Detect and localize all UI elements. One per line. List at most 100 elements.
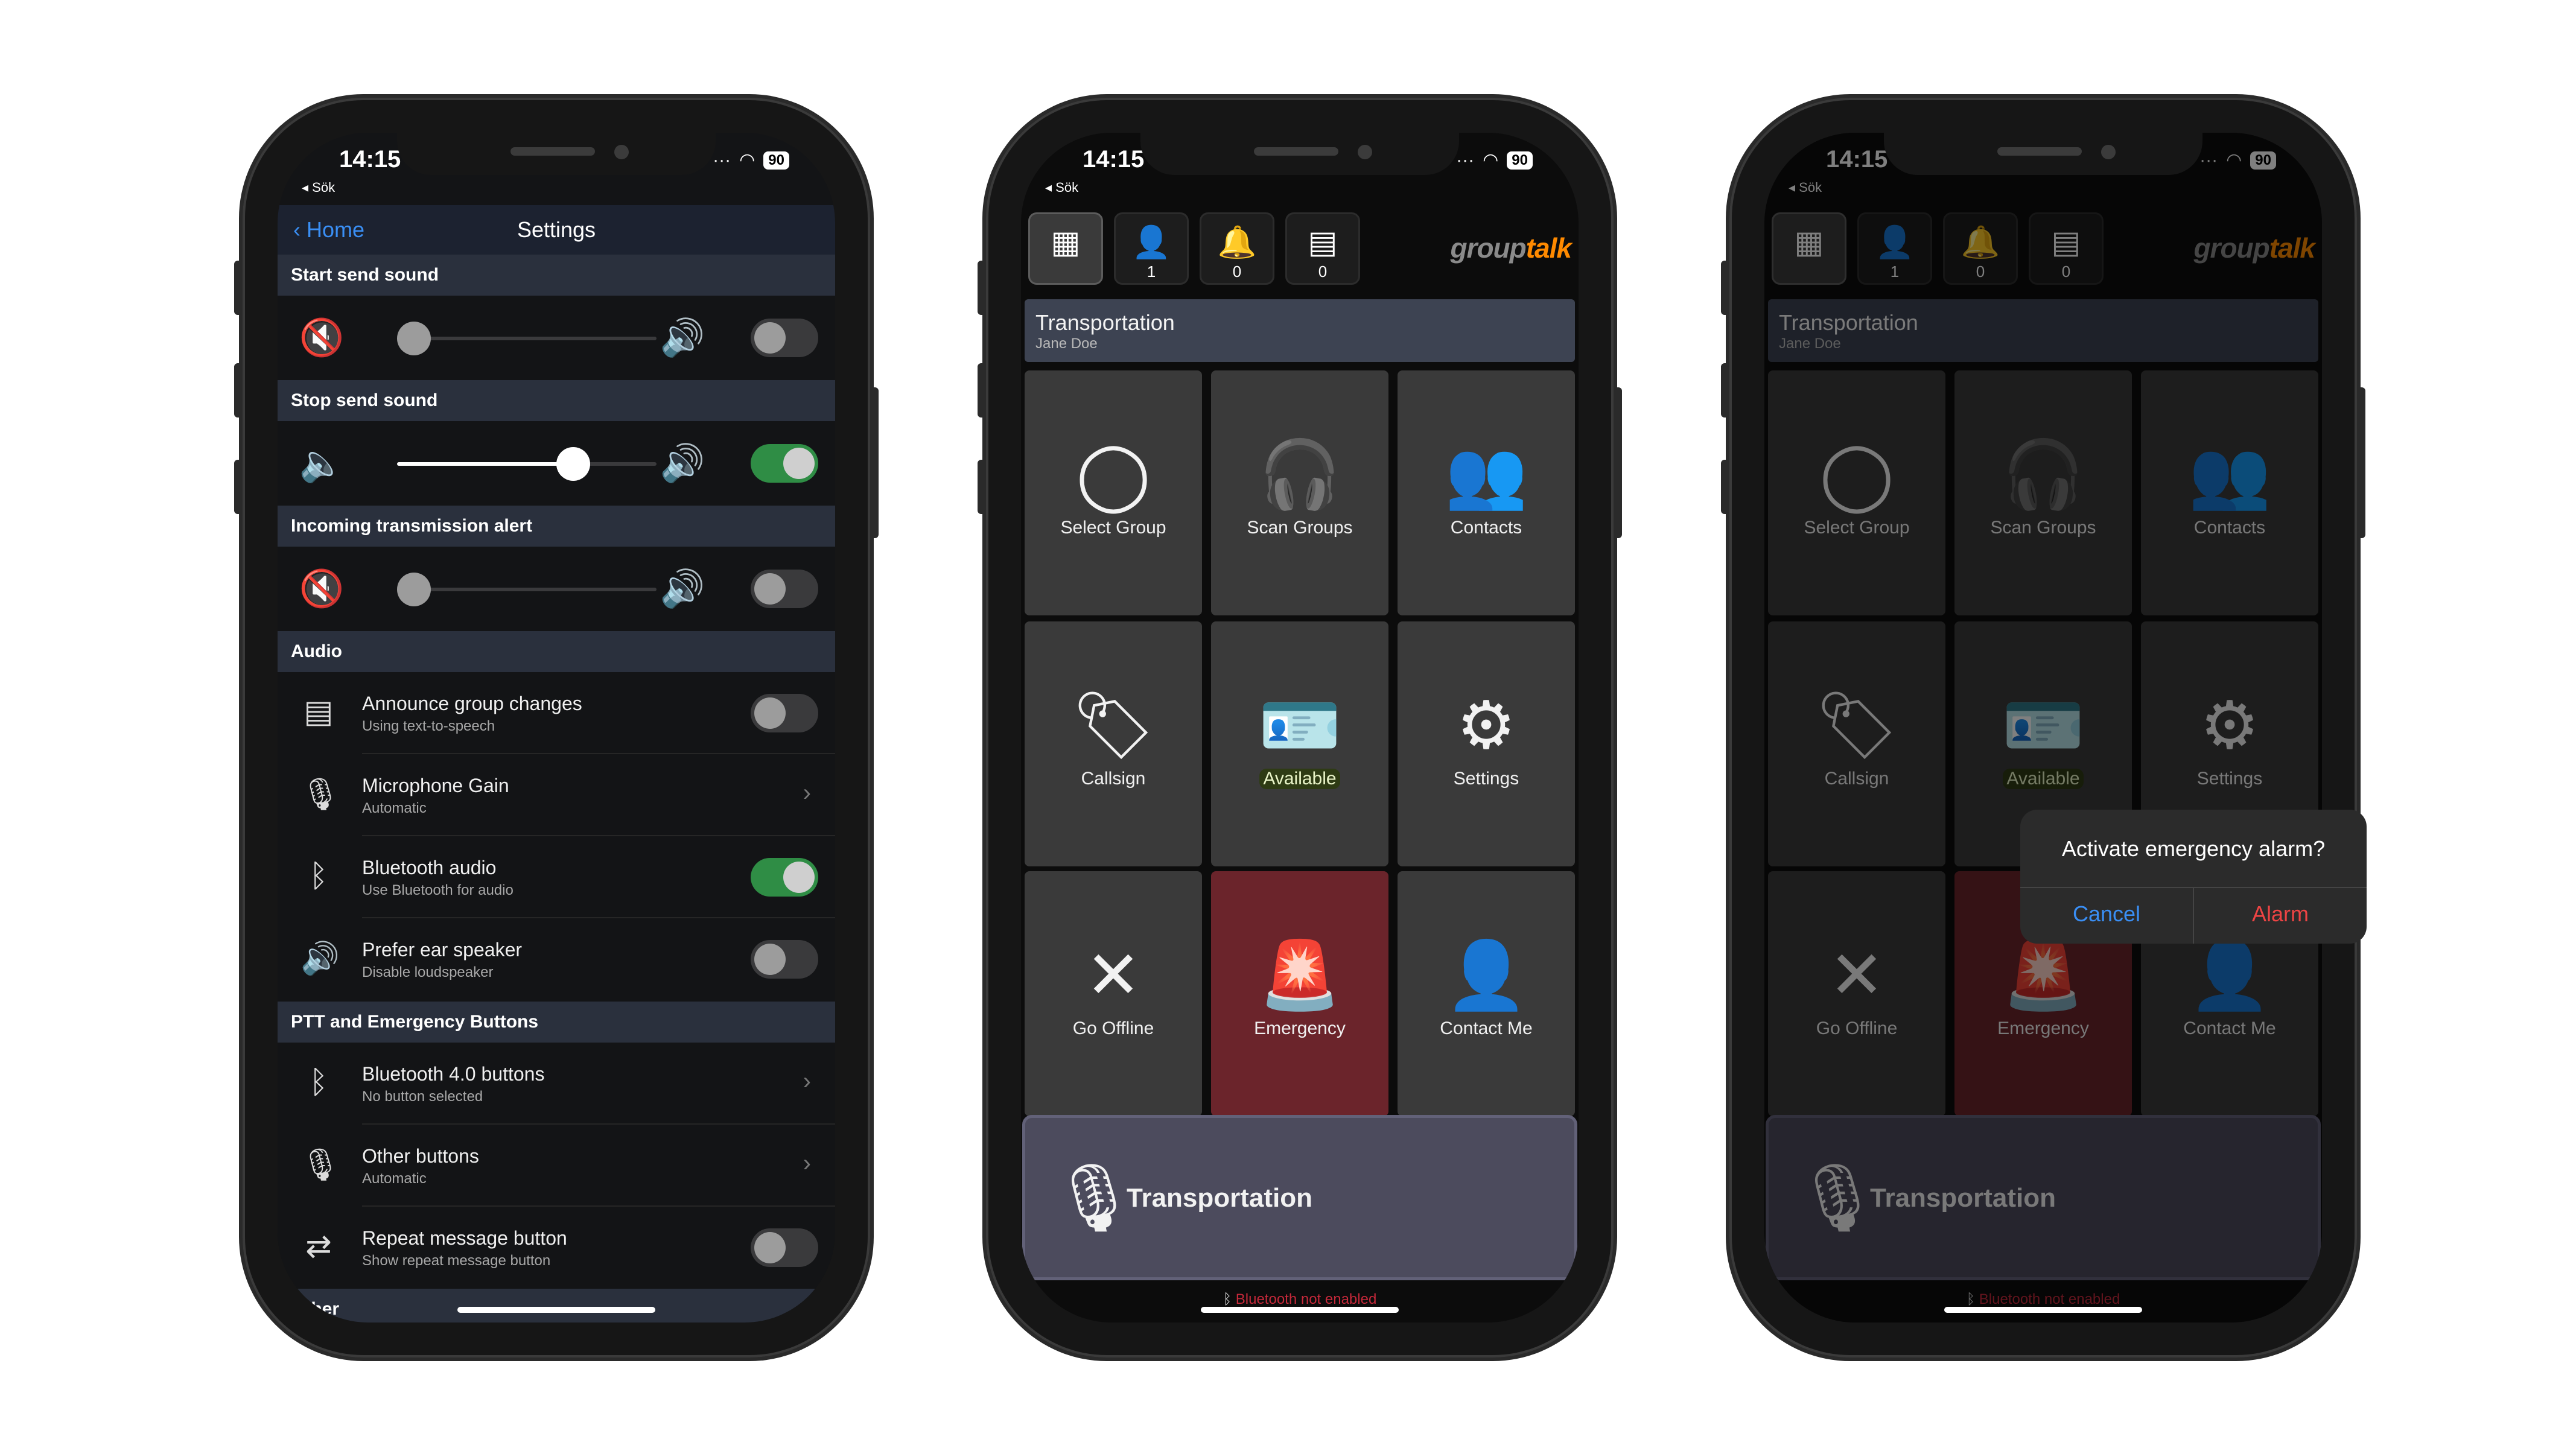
tile-select-group[interactable]: ◯ Select Group	[1025, 370, 1202, 615]
tile-label: Available	[1259, 769, 1340, 789]
speaker-loud-icon: 🔊	[660, 443, 705, 483]
repeat-message-row[interactable]: ⇄ Repeat message button Show repeat mess…	[278, 1207, 835, 1289]
people-icon: 👥	[1445, 437, 1528, 512]
home-indicator[interactable]	[1201, 1307, 1399, 1313]
announce-group-row[interactable]: ▤ Announce group changes Using text-to-s…	[278, 672, 835, 754]
speaker-low-icon: 🔈	[299, 443, 345, 483]
siren-icon: 🚨	[1258, 938, 1341, 1012]
headphones-icon: 🎧	[1258, 437, 1341, 512]
stop-send-slider[interactable]	[397, 447, 657, 481]
row-sublabel: Use Bluetooth for audio	[362, 882, 514, 898]
repeat-message-toggle[interactable]	[751, 1228, 818, 1267]
prefer-ear-speaker-toggle[interactable]	[751, 940, 818, 979]
tile-contact-me[interactable]: 👤 Contact Me	[1398, 871, 1575, 1116]
chevron-right-icon: ›	[803, 1068, 811, 1094]
speaker-loud-icon: 🔊	[660, 568, 705, 609]
battery-badge: 90	[763, 151, 789, 170]
start-send-row: 🔇 🔊	[278, 296, 835, 380]
nav-bar: ‹ Home Settings	[278, 205, 835, 255]
tab-alerts[interactable]: 🔔0	[1200, 212, 1274, 285]
section-audio: Audio	[278, 631, 835, 672]
phone-settings: 14:15 ◂ Sök ··· ◠ 90 ‹ Home Settings Start…	[234, 98, 879, 1358]
row-label: Bluetooth audio	[362, 857, 497, 878]
mute-icon: 🔇	[299, 317, 345, 358]
tile-callsign[interactable]: 🏷 Callsign	[1025, 621, 1202, 866]
row-sublabel: Automatic	[362, 800, 427, 816]
row-sublabel: Disable loudspeaker	[362, 964, 494, 980]
settings-screen: 14:15 ◂ Sök ··· ◠ 90 ‹ Home Settings Start…	[278, 133, 835, 1323]
dialog-backdrop	[1764, 133, 2322, 1323]
status-back-link[interactable]: ◂ Sök	[302, 180, 335, 195]
person-icon: 👤	[1131, 225, 1171, 260]
home-indicator[interactable]	[457, 1307, 655, 1313]
tile-emergency[interactable]: 🚨 Emergency	[1211, 871, 1388, 1116]
page-title: Settings	[517, 217, 596, 242]
bluetooth-buttons-row[interactable]: ᛒ Bluetooth 4.0 buttons No button select…	[278, 1043, 835, 1125]
tab-contacts[interactable]: 👤1	[1114, 212, 1189, 285]
user-name: Jane Doe	[1035, 335, 1098, 352]
bell-icon: 🔔	[1217, 225, 1257, 260]
status-time: 14:15	[339, 146, 401, 173]
row-label: Microphone Gain	[362, 775, 509, 796]
row-sublabel: Using text-to-speech	[362, 718, 495, 734]
cancel-button[interactable]: Cancel	[2020, 901, 2193, 927]
group-bar[interactable]: Transportation Jane Doe	[1025, 299, 1575, 362]
home-indicator[interactable]	[1944, 1307, 2142, 1313]
prefer-ear-speaker-row[interactable]: 🔊 Prefer ear speaker Disable loudspeaker	[278, 918, 835, 1000]
notch	[1884, 133, 2202, 175]
tile-label: Emergency	[1254, 1018, 1346, 1038]
bluetooth-icon: ᛒ	[309, 859, 328, 894]
row-label: Repeat message button	[362, 1227, 567, 1249]
ptt-label: Transportation	[1127, 1183, 1313, 1213]
row-label: Other buttons	[362, 1145, 479, 1167]
notch	[1140, 133, 1459, 175]
message-icon: ▤	[1308, 225, 1338, 260]
tab-count: 0	[1232, 262, 1242, 281]
speaker-icon: 🔊	[301, 941, 340, 976]
wifi-icon: ◠	[739, 150, 755, 170]
tile-label: Contact Me	[1440, 1018, 1533, 1038]
tile-label: Settings	[1453, 769, 1519, 789]
stop-send-row: 🔈 🔊	[278, 421, 835, 506]
signal-icon: ···	[1456, 150, 1475, 170]
alarm-button[interactable]: Alarm	[2194, 901, 2367, 927]
incoming-alert-toggle[interactable]	[751, 570, 818, 608]
status-back-link[interactable]: ◂ Sök	[1045, 180, 1078, 195]
tile-label: Go Offline	[1072, 1018, 1154, 1038]
tile-go-offline[interactable]: ✕ Go Offline	[1025, 871, 1202, 1116]
main-screen-dimmed: 14:15 ◂ Sök ···◠90 ▦ 👤1 🔔0 ▤0 grouptalk …	[1764, 133, 2322, 1323]
bluetooth-audio-toggle[interactable]	[751, 858, 818, 897]
bluetooth-icon: ᛒ	[1223, 1291, 1236, 1307]
other-buttons-row[interactable]: 🎙 Other buttons Automatic ›	[278, 1125, 835, 1207]
chevron-right-icon: ›	[803, 780, 811, 806]
row-sublabel: No button selected	[362, 1088, 483, 1105]
tab-messages[interactable]: ▤0	[1285, 212, 1360, 285]
speaker-loud-icon: 🔊	[660, 317, 705, 358]
section-stop-send: Stop send sound	[278, 380, 835, 421]
tile-settings[interactable]: ⚙ Settings	[1398, 621, 1575, 866]
announce-group-toggle[interactable]	[751, 694, 818, 732]
row-sublabel: Automatic	[362, 1170, 427, 1187]
tile-available[interactable]: 🪪 Available	[1211, 621, 1388, 866]
start-send-slider[interactable]	[397, 322, 657, 355]
bluetooth-audio-row[interactable]: ᛒ Bluetooth audio Use Bluetooth for audi…	[278, 836, 835, 918]
tab-grid[interactable]: ▦	[1028, 212, 1103, 285]
gear-icon: ⚙	[1456, 688, 1516, 763]
incoming-alert-row: 🔇 🔊	[278, 547, 835, 631]
section-other: Other	[278, 1289, 835, 1323]
tile-label: Select Group	[1060, 518, 1166, 538]
tile-contacts[interactable]: 👥 Contacts	[1398, 370, 1575, 615]
row-label: Bluetooth 4.0 buttons	[362, 1063, 545, 1085]
incoming-alert-slider[interactable]	[397, 573, 657, 606]
microphone-gain-row[interactable]: 🎙 Microphone Gain Automatic ›	[278, 754, 835, 836]
section-start-send: Start send sound	[278, 255, 835, 296]
ptt-button[interactable]: 🎙 Transportation	[1022, 1115, 1577, 1280]
grouptalk-logo: grouptalk	[1450, 232, 1572, 264]
microphone-icon: 🎙	[301, 1148, 341, 1183]
tile-scan-groups[interactable]: 🎧 Scan Groups	[1211, 370, 1388, 615]
battery-badge: 90	[1507, 151, 1533, 170]
start-send-toggle[interactable]	[751, 319, 818, 357]
stop-send-toggle[interactable]	[751, 444, 818, 483]
tile-label: Scan Groups	[1247, 518, 1353, 538]
grid-icon: ▦	[1051, 225, 1081, 260]
